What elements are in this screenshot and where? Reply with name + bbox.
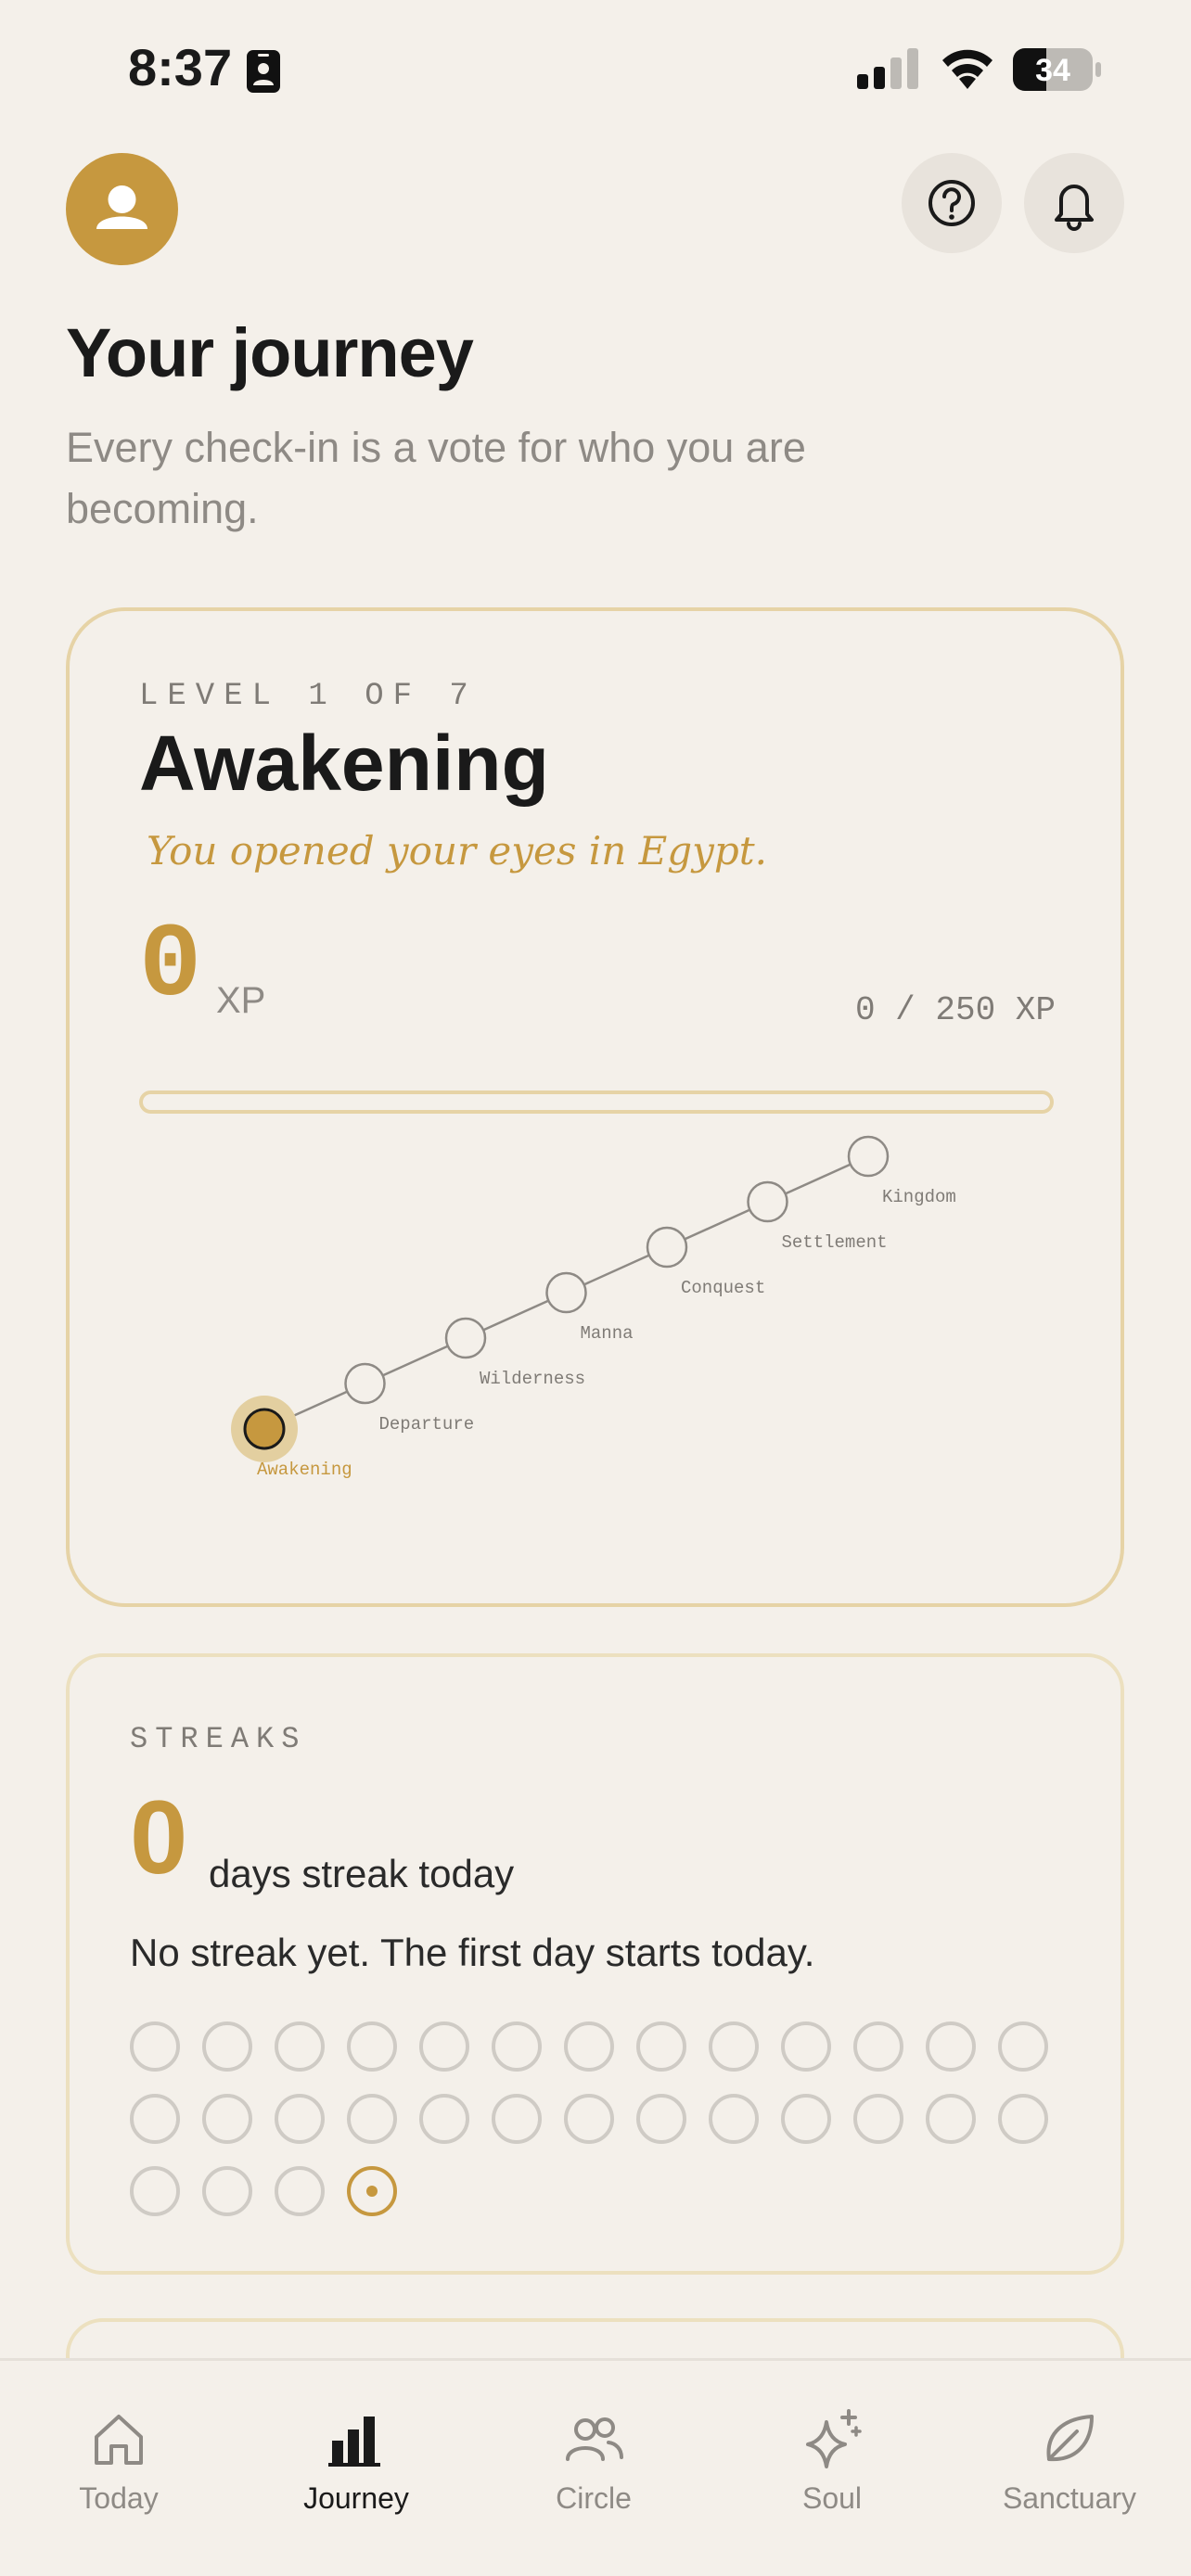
streak-day xyxy=(275,2021,325,2072)
tab-sanctuary[interactable]: Sanctuary xyxy=(951,2361,1188,2576)
bell-icon xyxy=(1055,185,1094,231)
streak-unit: days streak today xyxy=(209,1852,515,1895)
tab-label: Circle xyxy=(556,2481,632,2515)
streak-day xyxy=(926,2094,976,2144)
level-name: Awakening xyxy=(139,720,549,807)
streak-day xyxy=(130,2166,180,2216)
streak-day xyxy=(492,2021,542,2072)
stage-label: Kingdom xyxy=(882,1187,956,1207)
stage-label: Departure xyxy=(379,1414,475,1435)
xp-progress-bar xyxy=(139,1090,1054,1114)
stage-label: Conquest xyxy=(681,1278,765,1298)
xp-value: 0 xyxy=(139,908,202,1026)
level-card: LEVEL 1 OF 7 Awakening You opened your e… xyxy=(66,607,1124,1607)
streak-today-dot xyxy=(366,2186,378,2197)
streak-message: No streak yet. The first day starts toda… xyxy=(130,1931,815,1974)
contact-card-icon xyxy=(247,50,280,93)
cellular-signal-icon xyxy=(857,48,918,89)
stage-label: Settlement xyxy=(782,1232,888,1253)
page-subtitle: Every check-in is a vote for who you are… xyxy=(66,424,806,532)
tab-today[interactable]: Today xyxy=(0,2361,237,2576)
streak-day xyxy=(202,2021,252,2072)
streak-day xyxy=(781,2021,831,2072)
level-tagline: You opened your eyes in Egypt. xyxy=(147,828,767,874)
streak-day xyxy=(781,2094,831,2144)
streak-day xyxy=(419,2094,469,2144)
streak-day xyxy=(492,2094,542,2144)
streak-day xyxy=(709,2094,759,2144)
tab-journey[interactable]: Journey xyxy=(237,2361,475,2576)
streak-day xyxy=(564,2021,614,2072)
stage-node xyxy=(243,1408,286,1450)
bar-chart-icon xyxy=(328,2417,380,2467)
home-icon xyxy=(95,2415,143,2465)
level-kicker: LEVEL 1 OF 7 xyxy=(139,679,478,714)
stage-node xyxy=(545,1271,587,1314)
avatar-button[interactable] xyxy=(66,153,178,265)
leaf-icon xyxy=(1046,2415,1094,2462)
tab-label: Sanctuary xyxy=(1002,2481,1137,2515)
battery-icon: 34 xyxy=(1013,48,1101,91)
streak-day xyxy=(636,2094,686,2144)
journey-stage-map: Awakening Departure Wilderness Manna Conques… xyxy=(231,1135,956,1480)
tab-soul[interactable]: Soul xyxy=(713,2361,951,2576)
tab-label: Soul xyxy=(801,2481,863,2515)
wifi-icon xyxy=(942,49,992,89)
streak-count: 0 xyxy=(130,1779,188,1895)
help-button[interactable] xyxy=(902,153,1002,253)
stage-node xyxy=(444,1317,487,1359)
streak-day xyxy=(709,2021,759,2072)
page-title: Your journey xyxy=(66,314,474,391)
tab-label: Journey xyxy=(303,2481,409,2515)
sparkle-icon xyxy=(806,2409,862,2468)
streak-day xyxy=(347,2094,397,2144)
tab-circle[interactable]: Circle xyxy=(475,2361,712,2576)
tab-bar: Today Journey Circle Soul Sanctuary xyxy=(0,2358,1191,2576)
streak-day xyxy=(347,2021,397,2072)
streak-card: STREAKS 0 days streak today No streak ye… xyxy=(66,1653,1124,2275)
people-icon xyxy=(566,2417,623,2461)
stage-node xyxy=(344,1362,386,1405)
streak-day xyxy=(130,2094,180,2144)
stage-node xyxy=(646,1226,688,1269)
status-bar: 8:37 34 xyxy=(0,0,1191,139)
xp-progress-text: 0 / 250 XP xyxy=(854,991,1056,1029)
streak-day xyxy=(853,2021,903,2072)
question-circle-icon xyxy=(928,180,975,226)
user-icon xyxy=(96,185,147,229)
streak-day xyxy=(275,2094,325,2144)
stage-node xyxy=(747,1180,788,1223)
streak-day xyxy=(998,2021,1048,2072)
streak-day xyxy=(202,2166,252,2216)
streak-day xyxy=(130,2021,180,2072)
streak-day xyxy=(926,2021,976,2072)
notifications-button[interactable] xyxy=(1024,153,1124,253)
stage-node xyxy=(847,1135,890,1178)
tab-label: Today xyxy=(79,2481,159,2515)
streak-day-grid xyxy=(130,2021,1048,2216)
streak-day xyxy=(636,2021,686,2072)
xp-unit: XP xyxy=(216,980,266,1021)
stage-label: Wilderness xyxy=(480,1369,585,1389)
streak-day xyxy=(853,2094,903,2144)
streak-day xyxy=(419,2021,469,2072)
streak-day xyxy=(202,2094,252,2144)
battery-level: 34 xyxy=(1035,53,1070,88)
streak-day xyxy=(564,2094,614,2144)
status-time: 8:37 xyxy=(128,38,233,96)
streak-kicker: STREAKS xyxy=(130,1722,307,1756)
streak-day xyxy=(275,2166,325,2216)
stage-label: Awakening xyxy=(257,1460,352,1480)
streak-day xyxy=(998,2094,1048,2144)
stage-label: Manna xyxy=(581,1323,634,1344)
